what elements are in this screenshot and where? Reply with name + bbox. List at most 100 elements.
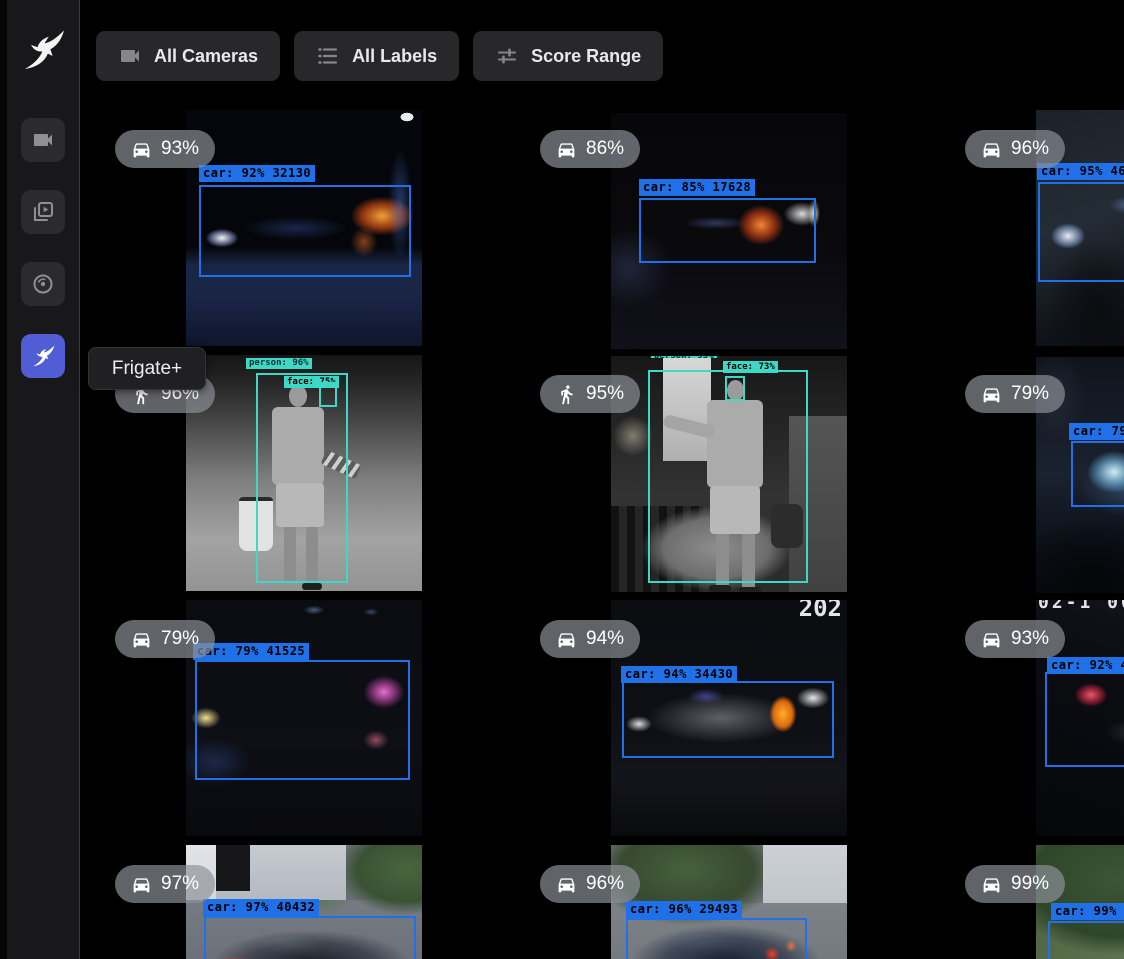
- score-value: 93%: [1011, 628, 1049, 650]
- detection-card[interactable]: person: 95% face: 73% 95%: [521, 355, 938, 591]
- detection-card[interactable]: car: 92% 32130 93%: [96, 110, 513, 346]
- car-icon: [131, 874, 152, 895]
- bounding-box: [639, 198, 816, 263]
- score-badge: 95%: [540, 375, 640, 413]
- car-icon: [981, 139, 1002, 160]
- bounding-box: [1071, 441, 1124, 507]
- frigate-logo: [19, 26, 67, 74]
- score-value: 99%: [1011, 873, 1049, 895]
- detection-label: car: 96% 29493: [626, 901, 742, 918]
- score-badge: 93%: [965, 620, 1065, 658]
- disc-icon: [31, 272, 55, 296]
- snapshot-thumbnail: person: 96% face: 75%: [186, 355, 422, 591]
- sidebar-item-live[interactable]: [21, 118, 65, 162]
- snapshot-grid: car: 92% 32130 93% car: 85% 17628 86% ca…: [96, 110, 1124, 959]
- bounding-box: [199, 185, 411, 277]
- detection-card[interactable]: car: 95% 46260 96%: [946, 110, 1124, 346]
- bounding-box: [648, 370, 808, 583]
- detection-card[interactable]: car: 79% 41525 79%: [96, 600, 513, 836]
- sidebar-item-review[interactable]: [21, 190, 65, 234]
- score-badge: 96%: [540, 865, 640, 903]
- window-edge: [0, 0, 7, 959]
- score-badge: 96%: [965, 130, 1065, 168]
- score-badge: 97%: [115, 865, 215, 903]
- detection-card[interactable]: car: 99% 25 99%: [946, 845, 1124, 959]
- detection-card[interactable]: car: 85% 17628 86%: [521, 110, 938, 346]
- sidebar-item-explore[interactable]: [21, 262, 65, 306]
- frigate-bird-icon: [19, 26, 67, 74]
- score-badge: 86%: [540, 130, 640, 168]
- bounding-box: [1045, 672, 1124, 767]
- all-cameras-label: All Cameras: [154, 46, 258, 67]
- bounding-box: [195, 660, 410, 780]
- scene-person-shoe: [739, 587, 761, 592]
- sidebar-nav: [21, 118, 65, 378]
- detection-label: car: 92% 32130: [199, 165, 315, 182]
- car-icon: [981, 384, 1002, 405]
- car-icon: [131, 629, 152, 650]
- sidebar: [7, 0, 80, 959]
- bounding-box: [1048, 921, 1124, 959]
- score-badge: 94%: [540, 620, 640, 658]
- detection-card[interactable]: car: 79% 79%: [946, 355, 1124, 591]
- score-value: 79%: [1011, 383, 1049, 405]
- score-badge: 99%: [965, 865, 1065, 903]
- person-icon: [556, 384, 577, 405]
- detection-label: car: 85% 17628: [639, 179, 755, 196]
- frigate-bird-icon: [30, 343, 56, 369]
- snapshot-thumbnail: person: 95% face: 73%: [611, 356, 847, 592]
- detection-label: car: 97% 40432: [203, 899, 319, 916]
- sidebar-item-frigate-plus[interactable]: [21, 334, 65, 378]
- bounding-box: [204, 916, 416, 959]
- sliders-icon: [495, 44, 519, 68]
- face-bounding-box: [725, 376, 745, 401]
- face-bounding-box: [319, 382, 337, 407]
- camera-icon: [118, 44, 142, 68]
- snapshot-thumbnail: car: 92% 32130: [186, 110, 422, 346]
- score-badge: 93%: [115, 130, 215, 168]
- car-icon: [556, 874, 577, 895]
- camera-timestamp: 202: [799, 600, 842, 622]
- bounding-box: [622, 681, 834, 758]
- snapshot-thumbnail: car: 96% 29493: [611, 845, 847, 959]
- score-value: 93%: [161, 138, 199, 160]
- score-range-label: Score Range: [531, 46, 641, 67]
- detection-card[interactable]: 202 car: 94% 34430 94%: [521, 600, 938, 836]
- all-labels-filter-button[interactable]: All Labels: [294, 31, 459, 81]
- detection-card[interactable]: car: 96% 29493 96%: [521, 845, 938, 959]
- bounding-box: [626, 918, 807, 959]
- snapshot-thumbnail: car: 97% 40432: [186, 845, 422, 959]
- car-icon: [556, 629, 577, 650]
- snapshot-thumbnail: car: 85% 17628: [611, 113, 847, 349]
- score-value: 86%: [586, 138, 624, 160]
- detection-card[interactable]: person: 96% face: 75% 96%: [96, 355, 513, 591]
- scene-person-shoe: [302, 583, 322, 590]
- video-library-icon: [31, 200, 55, 224]
- list-icon: [316, 44, 340, 68]
- car-icon: [131, 139, 152, 160]
- score-range-filter-button[interactable]: Score Range: [473, 31, 663, 81]
- filter-bar: All Cameras All Labels Score Range: [96, 31, 663, 81]
- snapshot-thumbnail: 202 car: 94% 34430: [611, 600, 847, 836]
- car-icon: [981, 874, 1002, 895]
- car-icon: [981, 629, 1002, 650]
- score-value: 79%: [161, 628, 199, 650]
- score-value: 96%: [1011, 138, 1049, 160]
- score-badge: 79%: [965, 375, 1065, 413]
- car-icon: [556, 139, 577, 160]
- score-value: 95%: [586, 383, 624, 405]
- detection-card[interactable]: 02-1 00 0 car: 92% 4218 93%: [946, 600, 1124, 836]
- detection-label: person: 96%: [246, 358, 312, 369]
- camera-icon: [31, 128, 55, 152]
- all-cameras-filter-button[interactable]: All Cameras: [96, 31, 280, 81]
- score-value: 94%: [586, 628, 624, 650]
- detection-label: person: 95%: [651, 356, 717, 358]
- bounding-box: [1038, 182, 1124, 282]
- detection-card[interactable]: car: 97% 40432 97%: [96, 845, 513, 959]
- all-labels-label: All Labels: [352, 46, 437, 67]
- score-value: 97%: [161, 873, 199, 895]
- detection-label: car: 99% 25: [1051, 903, 1124, 920]
- camera-timestamp: 02-1 00 0: [1038, 600, 1124, 613]
- snapshot-thumbnail: car: 79% 41525: [186, 600, 422, 836]
- score-badge: 79%: [115, 620, 215, 658]
